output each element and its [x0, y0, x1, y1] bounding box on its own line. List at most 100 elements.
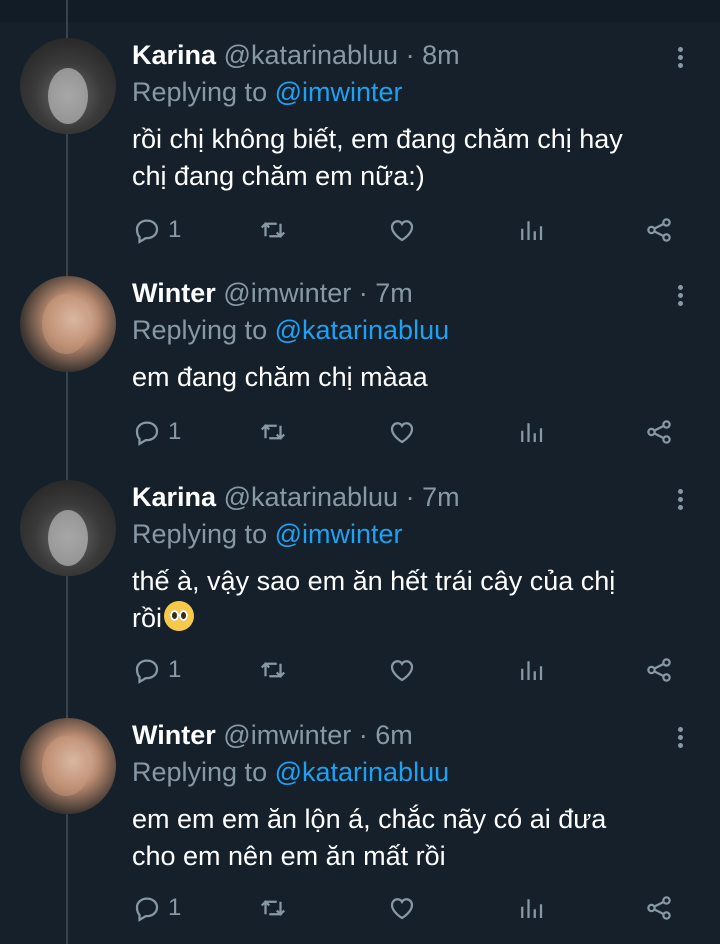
- tweet-text: em em em ăn lộn á, chắc nãy có ai đưa ch…: [132, 801, 692, 875]
- share-icon: [647, 420, 671, 444]
- reply-icon: [135, 659, 159, 684]
- analytics-button[interactable]: [516, 213, 546, 247]
- tweet-text-line: em đang chăm chị màaa: [132, 362, 428, 392]
- tweet-text: em đang chăm chị màaa: [132, 359, 692, 396]
- mention-link[interactable]: @katarinabluu: [275, 757, 450, 787]
- more-icon[interactable]: [668, 724, 692, 754]
- tweet-text-line: chị đang chăm em nữa:): [132, 161, 425, 191]
- tweet-text-line: cho em nên em ăn mất rồi: [132, 841, 446, 871]
- timestamp[interactable]: 8m: [422, 40, 460, 70]
- mention-link[interactable]: @imwinter: [275, 77, 403, 107]
- tweet-header: Winter @imwinter · 7m: [132, 277, 413, 309]
- avatar[interactable]: [20, 276, 116, 372]
- reply-icon: [135, 219, 159, 244]
- reply-count: 1: [168, 656, 182, 683]
- replying-to: Replying to @imwinter: [132, 76, 403, 108]
- more-icon[interactable]: [668, 282, 692, 312]
- replying-label: Replying to: [132, 519, 275, 549]
- reply-button[interactable]: 1: [132, 213, 181, 247]
- user-handle[interactable]: @katarinabluu: [224, 482, 399, 512]
- share-button[interactable]: [644, 415, 674, 449]
- action-bar: 1: [132, 415, 692, 449]
- analytics-button[interactable]: [516, 653, 546, 687]
- tweet-text-line-with-emoji: rồi: [132, 600, 692, 637]
- tweet-text-fragment: rồi: [132, 603, 163, 633]
- separator: ·: [358, 278, 368, 308]
- tweet-text: thế à, vậy sao em ăn hết trái cây của ch…: [132, 563, 692, 637]
- analytics-icon: [521, 899, 543, 918]
- retweet-button[interactable]: [258, 653, 288, 687]
- timestamp[interactable]: 6m: [375, 720, 413, 750]
- timestamp[interactable]: 7m: [422, 482, 460, 512]
- like-icon: [390, 220, 414, 242]
- replying-label: Replying to: [132, 315, 275, 345]
- like-button[interactable]: [387, 891, 417, 925]
- user-handle[interactable]: @imwinter: [223, 720, 351, 750]
- reply-icon: [135, 421, 159, 446]
- replying-to: Replying to @katarinabluu: [132, 756, 449, 788]
- separator: ·: [405, 482, 415, 512]
- tweet-header: Winter @imwinter · 6m: [132, 719, 413, 751]
- analytics-icon: [521, 221, 543, 240]
- like-icon: [390, 422, 414, 444]
- pleading-face-emoji: [164, 601, 195, 631]
- reply-icon: [135, 897, 159, 922]
- top-bar: [0, 0, 720, 22]
- user-handle[interactable]: @katarinabluu: [224, 40, 399, 70]
- retweet-button[interactable]: [258, 415, 288, 449]
- action-bar: 1: [132, 653, 692, 687]
- like-button[interactable]: [387, 415, 417, 449]
- display-name[interactable]: Karina: [132, 482, 216, 512]
- reply-button[interactable]: 1: [132, 891, 181, 925]
- tweet-header: Karina @katarinabluu · 8m: [132, 39, 460, 71]
- tweet-text: rồi chị không biết, em đang chăm chị hay…: [132, 121, 692, 195]
- share-button[interactable]: [644, 653, 674, 687]
- avatar[interactable]: [20, 718, 116, 814]
- analytics-button[interactable]: [516, 891, 546, 925]
- replying-label: Replying to: [132, 77, 275, 107]
- analytics-button[interactable]: [516, 415, 546, 449]
- like-button[interactable]: [387, 653, 417, 687]
- replying-to: Replying to @katarinabluu: [132, 314, 449, 346]
- display-name[interactable]: Winter: [132, 278, 216, 308]
- mention-link[interactable]: @imwinter: [275, 519, 403, 549]
- share-icon: [647, 896, 671, 920]
- separator: ·: [358, 720, 368, 750]
- mention-link[interactable]: @katarinabluu: [275, 315, 450, 345]
- reply-button[interactable]: 1: [132, 653, 181, 687]
- like-button[interactable]: [387, 213, 417, 247]
- action-bar: 1: [132, 213, 692, 247]
- retweet-button[interactable]: [258, 891, 288, 925]
- share-icon: [647, 218, 671, 242]
- avatar[interactable]: [20, 480, 116, 576]
- retweet-button[interactable]: [258, 213, 288, 247]
- reply-button[interactable]: 1: [132, 415, 181, 449]
- retweet-icon: [260, 222, 286, 238]
- tweet-header: Karina @katarinabluu · 7m: [132, 481, 460, 513]
- analytics-icon: [521, 423, 543, 442]
- display-name[interactable]: Karina: [132, 40, 216, 70]
- timestamp[interactable]: 7m: [375, 278, 413, 308]
- reply-count: 1: [168, 894, 182, 921]
- share-button[interactable]: [644, 213, 674, 247]
- tweet-text-line: thế à, vậy sao em ăn hết trái cây của ch…: [132, 566, 616, 596]
- analytics-icon: [521, 661, 543, 680]
- retweet-icon: [260, 662, 286, 678]
- retweet-icon: [260, 424, 286, 440]
- reply-count: 1: [168, 418, 182, 445]
- display-name[interactable]: Winter: [132, 720, 216, 750]
- user-handle[interactable]: @imwinter: [223, 278, 351, 308]
- avatar[interactable]: [20, 38, 116, 134]
- like-icon: [390, 660, 414, 682]
- more-icon[interactable]: [668, 44, 692, 74]
- retweet-icon: [260, 900, 286, 916]
- more-icon[interactable]: [668, 486, 692, 516]
- action-bar: 1: [132, 891, 692, 925]
- tweet-text-line: em em em ăn lộn á, chắc nãy có ai đưa: [132, 804, 607, 834]
- share-button[interactable]: [644, 891, 674, 925]
- share-icon: [647, 658, 671, 682]
- replying-to: Replying to @imwinter: [132, 518, 403, 550]
- like-icon: [390, 898, 414, 920]
- reply-count: 1: [168, 216, 182, 243]
- separator: ·: [405, 40, 415, 70]
